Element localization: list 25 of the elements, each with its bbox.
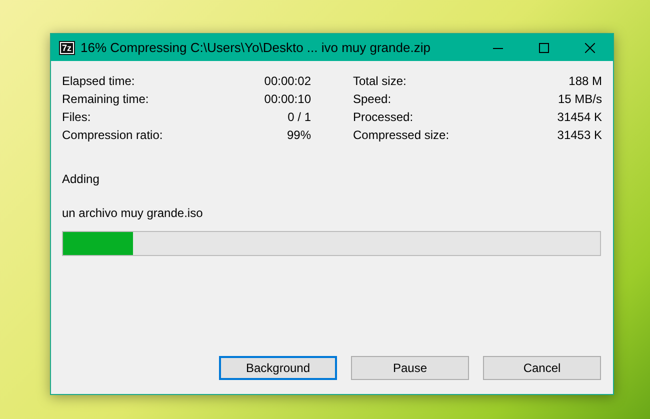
dialog-button[interactable]: Pause [351, 356, 469, 380]
stat-value: 00:00:10 [264, 92, 311, 106]
stat-label: Compressed size: [353, 128, 450, 142]
current-file-name: un archivo muy grande.iso [62, 206, 204, 220]
operation-label: Adding [62, 172, 100, 186]
app-logo: 7z [59, 40, 75, 54]
stat-label: Compression ratio: [62, 128, 163, 142]
stat-value: 00:00:02 [264, 74, 311, 88]
window-title: 16% Compressing C:\Users\Yo\Deskto ... ivo muy grande.zip [80, 40, 432, 55]
dialog-button[interactable]: Background [219, 356, 337, 380]
stat-label: Total size: [353, 74, 406, 88]
stat-label: Files: [62, 110, 91, 124]
stat-value: 0 / 1 [288, 110, 311, 124]
stat-label: Processed: [353, 110, 414, 124]
stat-value: 99% [286, 128, 311, 142]
stat-value: 31453 K [557, 128, 602, 142]
dialog-button[interactable]: Cancel [483, 356, 601, 380]
stat-value: 15 MB/s [558, 92, 602, 106]
stat-label: Elapsed time: [62, 74, 135, 88]
stat-label: Remaining time: [62, 92, 149, 106]
stat-value: 188 M [568, 74, 602, 88]
maximize-icon [539, 42, 549, 52]
stat-label: Speed: [353, 92, 392, 106]
close-icon [585, 42, 595, 52]
stat-value: 31454 K [557, 110, 602, 124]
